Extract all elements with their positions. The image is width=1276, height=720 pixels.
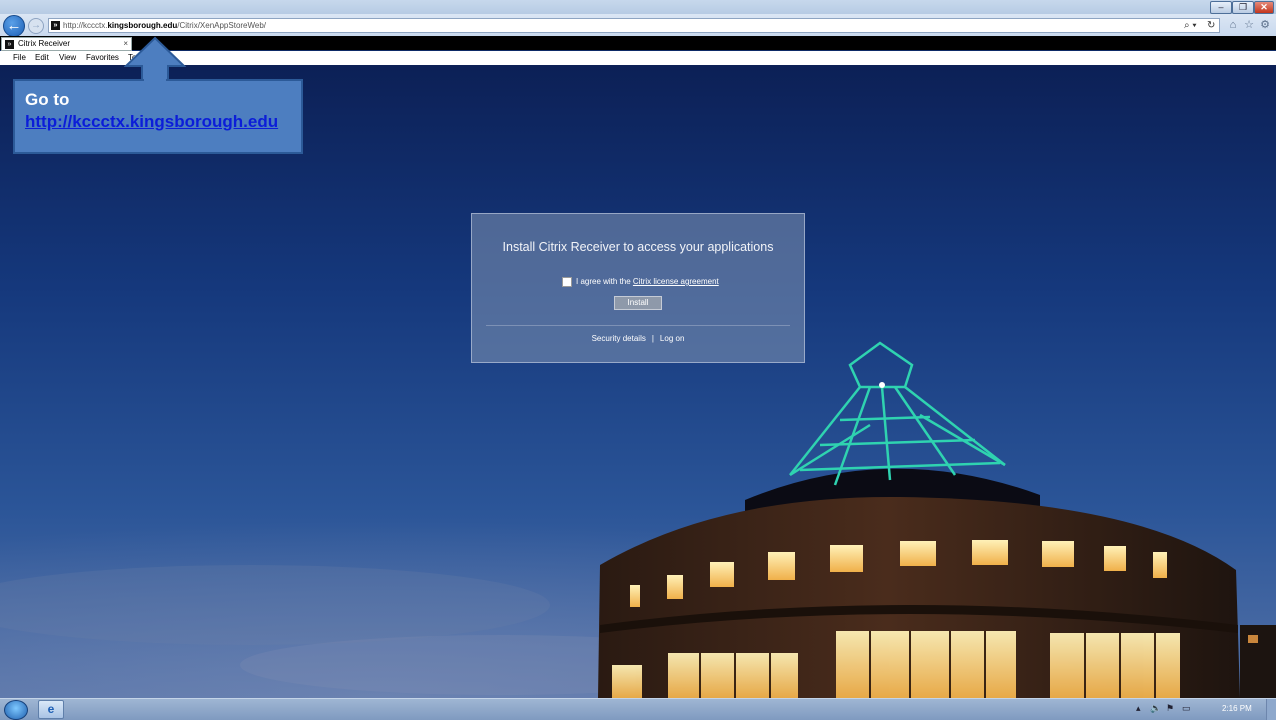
search-dropdown-icon[interactable]: ⌕ ▾ <box>1184 18 1197 33</box>
refresh-icon[interactable]: ↻ <box>1207 18 1215 33</box>
dialog-footer: Security details | Log on <box>472 333 804 345</box>
home-icon[interactable]: ⌂ <box>1226 18 1240 32</box>
dialog-divider <box>486 325 790 326</box>
tab-title: Citrix Receiver <box>18 39 71 48</box>
internet-explorer-taskbar-icon[interactable]: e <box>38 700 64 719</box>
tray-expand-icon[interactable]: ▴ <box>1136 703 1141 714</box>
address-host: kingsborough.edu <box>107 21 178 30</box>
taskbar-clock[interactable]: 2:16 PM <box>1222 704 1252 713</box>
callout-title: Go to <box>25 90 70 109</box>
license-agree-checkbox[interactable] <box>562 277 572 287</box>
up-arrow-callout-icon <box>124 36 186 81</box>
menu-edit[interactable]: Edit <box>35 51 49 65</box>
menu-file[interactable]: File <box>13 51 26 65</box>
show-desktop-button[interactable] <box>1266 699 1276 720</box>
license-agreement-link[interactable]: Citrix license agreement <box>633 277 719 286</box>
agree-prefix: I agree with the <box>576 277 633 286</box>
citrix-install-dialog: Install Citrix Receiver to access your a… <box>471 213 805 363</box>
license-agree-label: I agree with the Citrix license agreemen… <box>576 276 719 288</box>
citrix-favicon-icon: » <box>51 21 60 30</box>
page-viewport <box>0 65 1276 698</box>
action-center-flag-icon[interactable]: ⚑ <box>1166 703 1174 714</box>
forward-arrow-icon[interactable]: → <box>28 18 44 34</box>
callout-arrow-joint <box>144 78 166 82</box>
close-window-button[interactable]: ✕ <box>1254 1 1274 14</box>
volume-icon[interactable]: 🔈 <box>1150 703 1161 714</box>
menu-bar: File Edit View Favorites To <box>0 51 1276 65</box>
address-prefix: http://kccctx. <box>63 21 108 30</box>
gear-icon[interactable]: ⚙ <box>1258 18 1272 32</box>
callout-link[interactable]: http://kccctx.kingsborough.edu <box>25 111 291 133</box>
menu-favorites[interactable]: Favorites <box>86 51 119 65</box>
minimize-button[interactable]: – <box>1210 1 1232 14</box>
address-path: /Citrix/XenAppStoreWeb/ <box>177 21 267 30</box>
security-details-link[interactable]: Security details <box>592 334 646 343</box>
tab-strip <box>0 36 1276 50</box>
footer-separator: | <box>651 334 654 343</box>
dialog-title: Install Citrix Receiver to access your a… <box>502 240 774 254</box>
address-bar[interactable]: » http://kccctx.kingsborough.edu/Citrix/… <box>48 18 1220 33</box>
tab-citrix-receiver[interactable]: » Citrix Receiver × <box>1 37 132 51</box>
menu-view[interactable]: View <box>59 51 76 65</box>
instruction-callout: Go to http://kccctx.kingsborough.edu <box>13 79 303 154</box>
campus-building-photo <box>0 341 1276 698</box>
log-on-link[interactable]: Log on <box>660 334 684 343</box>
back-arrow-icon[interactable]: ← <box>3 15 25 37</box>
network-icon[interactable]: ▭ <box>1182 703 1191 714</box>
windows-start-button[interactable] <box>4 700 28 720</box>
install-button[interactable]: Install <box>614 296 662 310</box>
maximize-button[interactable]: ❐ <box>1232 1 1254 14</box>
taskbar: e ▴ 🔈 ⚑ ▭ 2:16 PM <box>0 698 1276 720</box>
star-icon[interactable]: ☆ <box>1242 18 1256 32</box>
citrix-favicon-icon: » <box>5 40 14 49</box>
license-agree-row: I agree with the Citrix license agreemen… <box>562 276 762 288</box>
